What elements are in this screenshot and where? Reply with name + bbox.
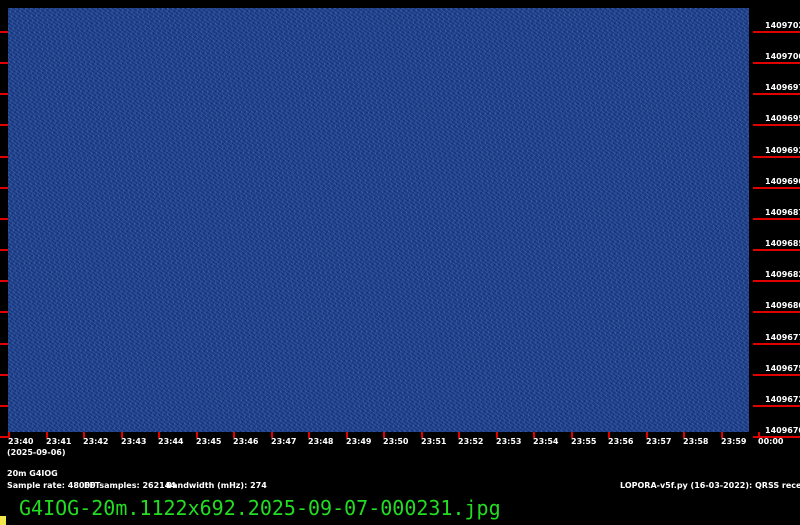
left-frequency-tick [0,249,8,251]
time-label: 23:50 [383,437,409,446]
bandwidth-label: Bandwidth (mHz): 274 [166,481,267,490]
left-frequency-tick [0,218,8,220]
time-label: 23:52 [458,437,484,446]
left-frequency-tick [0,343,8,345]
time-label: 23:45 [196,437,222,446]
frequency-tick [753,156,800,158]
frequency-label: 14096775 [765,333,800,342]
time-label: 00:00 [758,437,784,446]
time-label: 23:51 [421,437,447,446]
frequency-label: 14096750 [765,364,800,373]
left-frequency-tick [0,436,8,438]
frequency-tick [753,93,800,95]
time-label: 23:54 [533,437,559,446]
time-label: 23:59 [721,437,747,446]
time-label: 23:57 [646,437,672,446]
frequency-label: 14097025 [765,21,800,30]
frequency-label: 14096725 [765,395,800,404]
left-frequency-tick [0,62,8,64]
frequency-label: 14096925 [765,146,800,155]
frequency-label: 14096850 [765,239,800,248]
left-frequency-tick [0,93,8,95]
frequency-tick [753,374,800,376]
left-frequency-tick [0,31,8,33]
frequency-tick [753,343,800,345]
frequency-tick [753,311,800,313]
time-label: 23:47 [271,437,297,446]
time-label: 23:46 [233,437,259,446]
frequency-tick [753,62,800,64]
frequency-tick [753,187,800,189]
sample-rate-label: Sample rate: 48000 [7,481,96,490]
left-frequency-tick [0,311,8,313]
time-label: 23:44 [158,437,184,446]
frequency-tick [753,218,800,220]
frequency-label: 14096950 [765,114,800,123]
spectrogram-waterfall [8,8,749,432]
frequency-tick [753,249,800,251]
time-label: 23:49 [346,437,372,446]
left-frequency-tick [0,405,8,407]
left-frequency-tick [0,187,8,189]
filename-label: G4IOG-20m.1122x692.2025-09-07-000231.jpg [19,496,501,520]
time-label: 23:48 [308,437,334,446]
fft-samples-label: FFTsamples: 262144 [84,481,176,490]
left-frequency-tick [0,124,8,126]
left-frequency-tick [0,156,8,158]
station-label: 20m G4IOG [7,469,58,478]
frequency-tick [753,124,800,126]
left-frequency-tick [0,280,8,282]
time-label: 23:55 [571,437,597,446]
left-frequency-tick [0,374,8,376]
frequency-label: 14097000 [765,52,800,61]
frequency-tick [753,280,800,282]
frequency-label: 14096825 [765,270,800,279]
software-label: LOPORA-v5f.py (16-03-2022): QRSS recepti… [620,481,800,490]
frequency-tick [753,405,800,407]
frequency-label: 14096900 [765,177,800,186]
frequency-label: 14096700 [765,426,800,435]
corner-marker [0,516,6,525]
time-label: 23:43 [121,437,147,446]
time-label: 23:56 [608,437,634,446]
frequency-label: 14096800 [765,301,800,310]
date-label: (2025-09-06) [7,448,66,457]
frequency-tick [753,31,800,33]
time-label: 23:58 [683,437,709,446]
time-label: 23:42 [83,437,109,446]
time-label: 23:53 [496,437,522,446]
frequency-label: 14096875 [765,208,800,217]
time-label: 23:41 [46,437,72,446]
time-label: 23:40 [8,437,34,446]
frequency-label: 14096975 [765,83,800,92]
